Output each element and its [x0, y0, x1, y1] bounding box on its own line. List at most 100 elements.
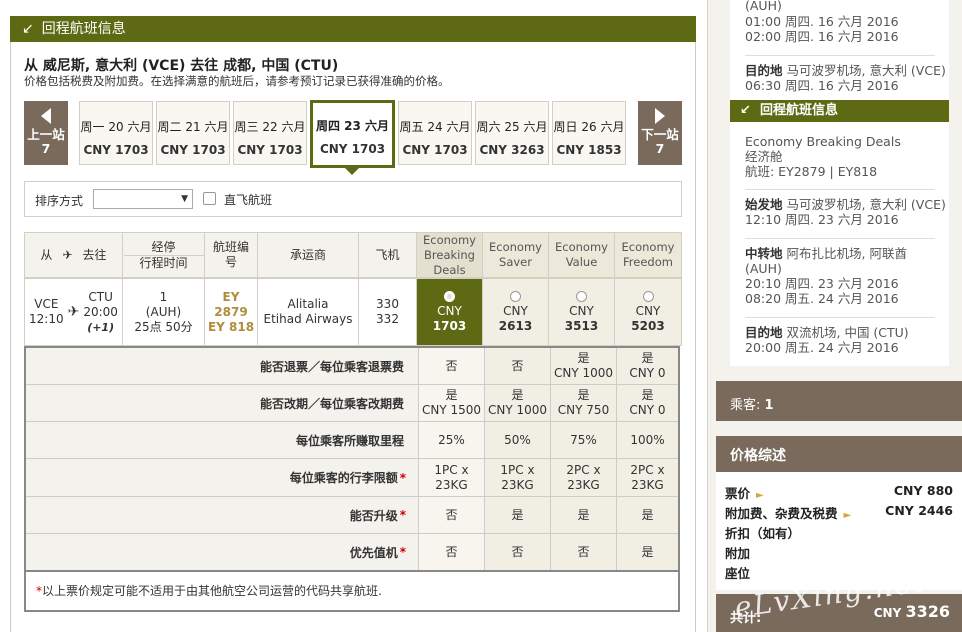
flight-no-1[interactable]: EY 2879: [205, 290, 257, 320]
footnote-text: 以上票价规定可能不适用于由其他航空公司运营的代码共享航班.: [42, 584, 382, 598]
stop-code: (AUH): [145, 304, 182, 319]
day-price: CNY 1853: [556, 143, 622, 157]
val-line: CNY 1000: [553, 366, 614, 380]
fare-radio[interactable]: [510, 290, 521, 302]
compare-val: 是 CNY 0: [616, 385, 678, 421]
compare-val: 是 CNY 1000: [484, 385, 550, 421]
val-line: 否: [445, 544, 458, 559]
page: ↙ 回程航班信息 从 威尼斯, 意大利 (VCE) 去往 成都, 中国 (CTU)…: [0, 0, 962, 632]
fare-radio[interactable]: [576, 290, 587, 302]
fare-option-breaking[interactable]: CNY 1703: [416, 278, 483, 346]
carrier-1: Alitalia: [287, 297, 329, 311]
required-star: *: [399, 470, 406, 485]
val-line: 否: [577, 544, 590, 559]
divider: [745, 317, 935, 318]
day-tab-0[interactable]: 周一 20 六月 CNY 1703: [79, 101, 153, 165]
transit-time-2: 08:20 周五. 24 六月 2016: [745, 291, 899, 306]
compare-row-priority: 优先值机 * 否 否 否 是: [26, 534, 678, 572]
fare-radio[interactable]: [642, 290, 654, 302]
transit-time-1: 20:10 周四. 23 六月 2016: [745, 276, 899, 291]
val-line: 否: [511, 358, 524, 373]
day-price: CNY 1703: [83, 143, 149, 157]
plane-icon: ✈: [67, 303, 80, 320]
arrow-down-left-icon: ↙: [22, 21, 34, 37]
day-date: 周二 21 六月: [157, 120, 229, 134]
fare-option-value[interactable]: CNY 3513: [548, 278, 615, 346]
passenger-bar: 乘客: 1: [716, 381, 962, 421]
compare-val: 否: [418, 348, 484, 384]
val-line: 1PC x: [434, 462, 469, 477]
day-tab-2[interactable]: 周三 22 六月 CNY 1703: [233, 101, 307, 165]
total-currency: CNY: [873, 606, 902, 620]
day-date: 周五 24 六月: [399, 120, 471, 134]
price-row-extras: 附加: [725, 543, 953, 562]
compare-val: 是 CNY 750: [550, 385, 616, 421]
compare-label-text: 能否改期／每位乘客改期费: [259, 396, 404, 411]
col-carrier: 承运商: [257, 232, 359, 278]
fare-header: Economy Saver: [489, 240, 542, 269]
day-price: CNY 1703: [160, 143, 226, 157]
direct-flight-checkbox[interactable]: [203, 192, 216, 205]
compare-val: 1PC x 23KG: [418, 459, 484, 496]
compare-label: 能否退票／每位乘客退票费: [26, 348, 418, 384]
compare-label-text: 能否退票／每位乘客退票费: [259, 359, 404, 374]
duration-value: 25点 50分: [134, 319, 193, 334]
flight-no-2[interactable]: EY 818: [208, 320, 254, 335]
return-flight-header[interactable]: ↙ 回程航班信息: [10, 16, 696, 42]
fare-option-freedom[interactable]: CNY 5203: [614, 278, 682, 346]
duration-header: 行程时间: [123, 254, 204, 271]
flight-no-header: 航班编号: [212, 240, 249, 269]
day-tab-6[interactable]: 周日 26 六月 CNY 1853: [552, 101, 626, 165]
sidebar: (AUH) 01:00 周四. 16 六月 2016 02:00 周四. 16 …: [716, 0, 962, 632]
chevron-down-icon: ▼: [181, 194, 188, 204]
dest1-line: 目的地 马可波罗机场, 意大利 (VCE): [745, 63, 946, 79]
val-line: 否: [511, 544, 524, 559]
val-line: 是: [577, 388, 590, 402]
next-label: 下一站: [641, 127, 679, 142]
pax-count: 1: [764, 398, 774, 413]
day-date: 周三 22 六月: [234, 120, 306, 134]
day-tab-3-selected[interactable]: 周四 23 六月 CNY 1703: [310, 100, 395, 175]
compare-label-text: 每位乘客所赚取里程: [295, 433, 404, 448]
price-row-taxes: 附加费、杂费及税费 ► CNY 2446: [725, 503, 953, 522]
dest1-place: 马可波罗机场, 意大利 (VCE): [786, 63, 946, 78]
day-tab-4[interactable]: 周五 24 六月 CNY 1703: [398, 101, 472, 165]
compare-val: 是: [616, 534, 678, 570]
val-line: 50%: [504, 432, 531, 447]
price-label: 折扣（如有）: [725, 526, 801, 541]
main-panel: ↙ 回程航班信息 从 威尼斯, 意大利 (VCE) 去往 成都, 中国 (CTU)…: [0, 0, 708, 632]
col-stops: 经停 行程时间: [122, 232, 205, 278]
prev-week-button[interactable]: 上一站 7: [24, 101, 68, 165]
to-code: CTU: [88, 289, 113, 304]
compare-row-upgrade: 能否升级 * 否 是 是 是: [26, 497, 678, 534]
codeshare-footnote: *以上票价规定可能不适用于由其他航空公司运营的代码共享航班.: [26, 572, 678, 609]
cell-aircraft: 330 332: [358, 278, 417, 346]
fare-radio-selected[interactable]: [444, 290, 455, 302]
next-week-button[interactable]: 下一站 7: [638, 101, 682, 165]
price-row-discount: 折扣（如有）: [725, 523, 953, 542]
fare-amt: 2613: [498, 318, 533, 333]
day-price: CNY 1703: [402, 143, 468, 157]
sidebar-return-header[interactable]: ↙ 回程航班信息: [730, 100, 949, 122]
pax-label: 乘客:: [730, 398, 761, 413]
carrier-header: 承运商: [289, 247, 326, 262]
triangle-right-icon[interactable]: ►: [756, 490, 764, 501]
section-title: 回程航班信息: [41, 21, 126, 37]
fare-cur: CNY: [569, 303, 594, 318]
dest1-label: 目的地: [745, 63, 783, 78]
price-amount: CNY 2446: [885, 503, 953, 518]
day-tab-1[interactable]: 周二 21 六月 CNY 1703: [156, 101, 230, 165]
triangle-right-icon[interactable]: ►: [844, 510, 852, 521]
compare-label-text: 能否升级: [349, 508, 398, 523]
val-line: 是: [445, 388, 458, 402]
total-value: CNY 3326: [874, 602, 950, 621]
fare-option-saver[interactable]: CNY 2613: [482, 278, 549, 346]
sort-select[interactable]: ▼: [93, 189, 193, 209]
compare-label: 能否升级 *: [26, 497, 418, 533]
day-tab-5[interactable]: 周六 25 六月 CNY 3263: [475, 101, 549, 165]
compare-row-change: 能否改期／每位乘客改期费 是 CNY 1500 是 CNY 1000 是 CNY 75…: [26, 385, 678, 422]
compare-val: 75%: [550, 422, 616, 458]
cell-from-to: VCE 12:10 ✈ CTU 20:00 (+1): [24, 278, 123, 346]
price-amount: CNY 880: [893, 483, 953, 498]
val-line: 是: [511, 507, 524, 522]
